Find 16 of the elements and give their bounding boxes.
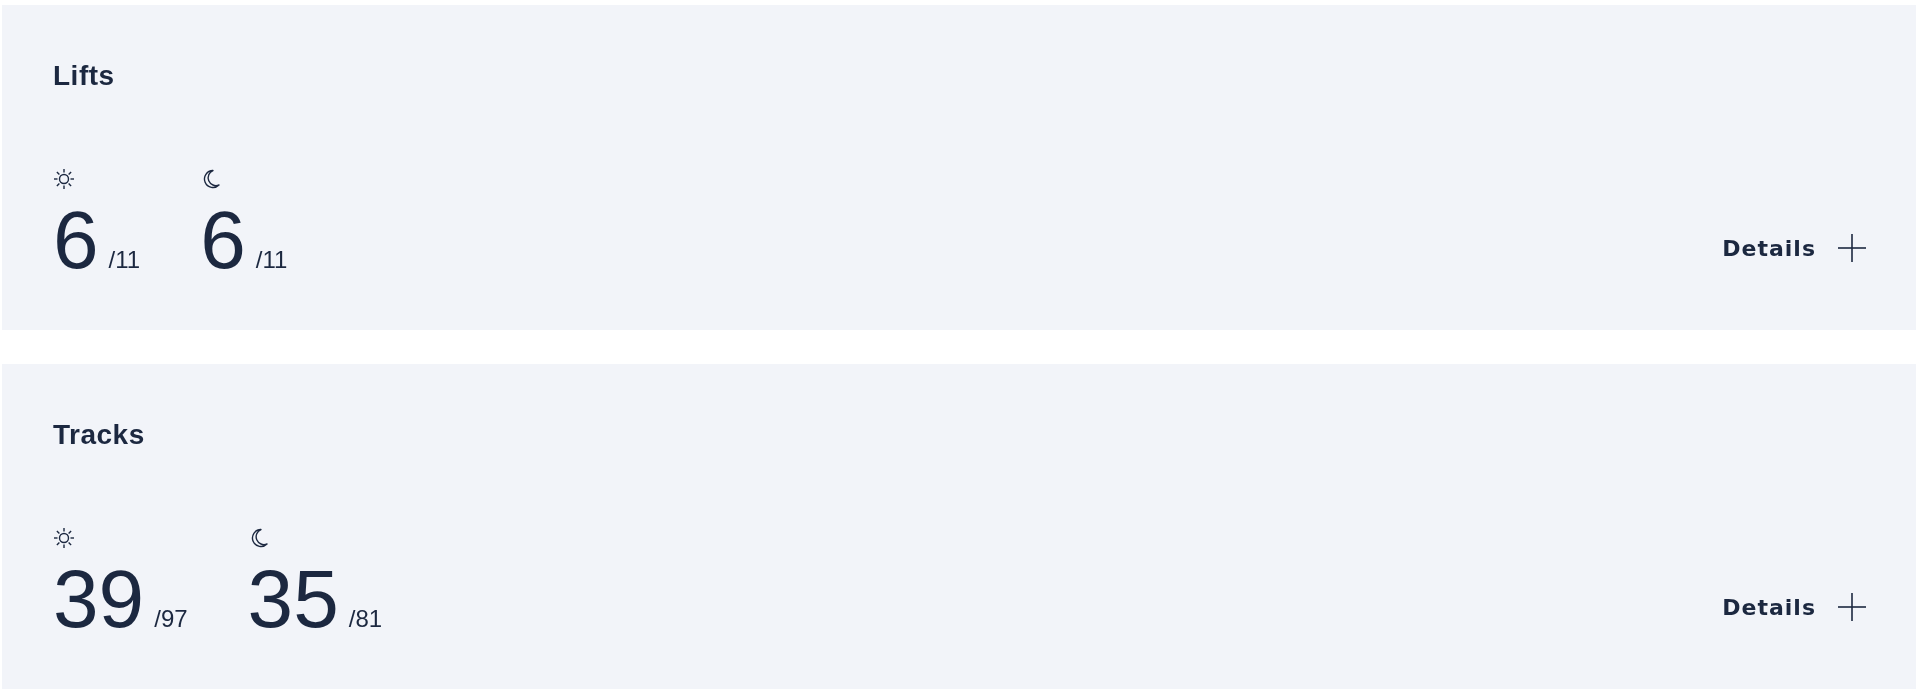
total-count: /97	[154, 605, 188, 633]
count-value: 35	[247, 559, 339, 639]
total-count: /81	[348, 605, 383, 633]
plus-icon	[1838, 593, 1866, 621]
plus-icon	[1838, 234, 1866, 262]
section-title: Tracks	[53, 418, 145, 452]
details-button[interactable]: Details	[1722, 593, 1866, 621]
count-value: 6	[53, 200, 99, 280]
details-button[interactable]: Details	[1722, 234, 1866, 262]
sun-icon	[53, 168, 75, 190]
total-count: /11	[255, 246, 288, 274]
section-title: Lifts	[53, 59, 115, 93]
sun-icon	[53, 527, 75, 549]
total-count: /11	[108, 246, 141, 274]
count-value: 39	[53, 559, 145, 639]
count-value: 6	[200, 200, 246, 280]
